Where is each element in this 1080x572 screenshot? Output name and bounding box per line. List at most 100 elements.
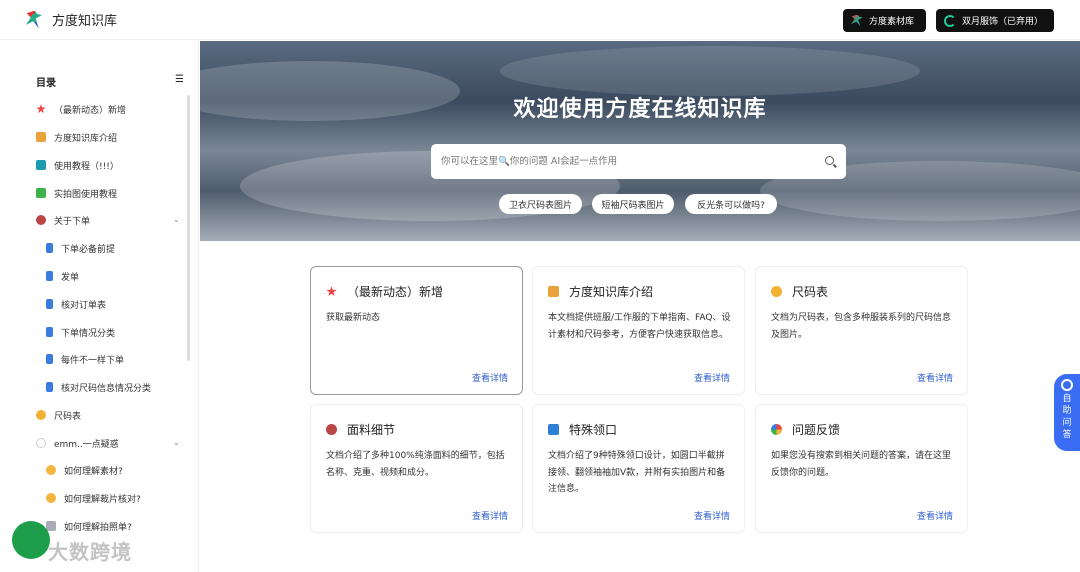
sidebar-item-label: 每件不一样下单 — [61, 355, 125, 366]
search-box[interactable] — [431, 144, 846, 179]
sidebar-item-label: 如何理解素材? — [64, 466, 123, 477]
sidebar-item[interactable]: 如何理解素材? — [46, 463, 123, 477]
sidebar-item-label: 方度知识库介绍 — [54, 133, 118, 144]
card-title: 特殊领口 — [569, 423, 618, 437]
sidebar-item-label: emm..一点疑惑 — [54, 439, 119, 450]
sidebar-item-label: 使用教程（!!!） — [54, 161, 119, 172]
sidebar-item[interactable]: 每件不一样下单 — [46, 352, 124, 366]
view-details-link[interactable]: 查看详情 — [472, 509, 508, 522]
sidebar-item[interactable]: 使用教程（!!!） — [36, 158, 119, 172]
sidebar-item-label: 下单情况分类 — [61, 328, 116, 339]
cube-icon — [36, 132, 46, 142]
sidebar: 目录 ☰ （最新动态）新增 方度知识库介绍 使用教程（!!!） 实拍图使用教程 … — [0, 41, 199, 572]
card-latest[interactable]: （最新动态）新增 获取最新动态 查看详情 — [310, 266, 523, 395]
view-details-link[interactable]: 查看详情 — [472, 371, 508, 384]
doc-icon — [46, 243, 53, 253]
cube-icon — [548, 286, 559, 297]
sidebar-item-label: 尺码表 — [54, 411, 82, 422]
sidebar-item[interactable]: 下单必备前提 — [46, 241, 115, 255]
card-desc: 本文档提供班服/工作服的下单指南、FAQ、设计素材和尺码参考，方便客户快速获取信… — [548, 313, 731, 340]
suggestion-chip[interactable]: 卫衣尺码表图片 — [499, 194, 582, 214]
doc-icon — [46, 271, 53, 281]
doc-icon — [46, 354, 53, 364]
search-icon[interactable] — [825, 156, 834, 165]
card-title: 尺码表 — [792, 285, 829, 299]
shuangyue-button[interactable]: 双月服饰（已弃用） — [936, 9, 1054, 32]
sidebar-item[interactable]: 核对订单表 — [46, 297, 106, 311]
sidebar-item[interactable]: 发单 — [46, 269, 79, 283]
refresh-icon — [944, 14, 956, 27]
card-desc: 如果您没有搜索到相关问题的答案，请在这里反馈你的问题。 — [771, 451, 952, 478]
hand-icon — [36, 410, 46, 420]
brand-logo[interactable] — [24, 9, 44, 31]
circle-icon — [36, 438, 46, 448]
material-library-button[interactable]: 方度素材库 — [843, 9, 926, 32]
sidebar-item-label: 核对尺码信息情况分类 — [61, 383, 152, 394]
brand-logo-icon — [851, 14, 863, 27]
sidebar-item[interactable]: （最新动态）新增 — [36, 102, 126, 116]
robot-icon — [1061, 379, 1073, 391]
sidebar-item[interactable]: 实拍图使用教程 — [36, 186, 117, 200]
card-size-chart[interactable]: 尺码表 文档为尺码表，包含多种服装系列的尺码信息及图片。 查看详情 — [755, 266, 968, 395]
star-icon — [36, 104, 46, 114]
sidebar-item-label: 如何理解裁片核对? — [64, 494, 141, 505]
sidebar-item-label: 如何理解拍照单? — [64, 522, 132, 533]
view-details-link[interactable]: 查看详情 — [694, 509, 730, 522]
material-library-label: 方度素材库 — [869, 17, 915, 27]
shirt-icon — [36, 188, 46, 198]
suggestion-chip[interactable]: 短袖尺码表图片 — [592, 194, 674, 214]
top-header: 方度知识库 方度素材库 双月服饰（已弃用） — [0, 0, 1080, 40]
card-intro[interactable]: 方度知识库介绍 本文档提供班服/工作服的下单指南、FAQ、设计素材和尺码参考，方… — [532, 266, 745, 395]
card-desc: 获取最新动态 — [326, 313, 381, 323]
card-title: 方度知识库介绍 — [569, 285, 654, 299]
sidebar-item[interactable]: 核对尺码信息情况分类 — [46, 380, 151, 394]
collapse-icon[interactable]: ☰ — [175, 74, 184, 85]
card-fabric[interactable]: 面料细节 文档介绍了多种100%纯涤面料的细节，包括名称、克重、视频和成分。 查… — [310, 404, 523, 533]
suggestion-chip[interactable]: 反光条可以做吗? — [685, 194, 777, 214]
cloud-shape — [500, 46, 920, 96]
card-desc: 文档为尺码表，包含多种服装系列的尺码信息及图片。 — [771, 313, 952, 340]
card-collar[interactable]: 特殊领口 文档介绍了9种特殊领口设计，如圆口半截拼接领、翻领袖袖加V款，并附有实… — [532, 404, 745, 533]
card-title: 面料细节 — [347, 423, 396, 437]
sidebar-item-label: 实拍图使用教程 — [54, 189, 118, 200]
toc-title: 目录 — [36, 78, 56, 89]
chevron-down-icon[interactable]: ⌄ — [173, 215, 180, 224]
sidebar-item[interactable]: emm..一点疑惑 — [36, 436, 119, 450]
doc-icon — [46, 299, 53, 309]
shuangyue-label: 双月服饰（已弃用） — [962, 17, 1044, 27]
card-feedback[interactable]: 问题反馈 如果您没有搜索到相关问题的答案，请在这里反馈你的问题。 查看详情 — [755, 404, 968, 533]
sidebar-item-label: （最新动态）新增 — [54, 105, 127, 116]
view-details-link[interactable]: 查看详情 — [694, 371, 730, 384]
sidebar-item[interactable]: 如何理解拍照单? — [46, 519, 132, 533]
globe-icon — [771, 424, 782, 435]
person-icon — [36, 215, 46, 225]
hero-title: 欢迎使用方度在线知识库 — [513, 97, 767, 122]
star-icon — [326, 286, 337, 297]
watermark-logo — [12, 521, 50, 559]
hero-banner: 欢迎使用方度在线知识库 卫衣尺码表图片 短袖尺码表图片 反光条可以做吗? — [200, 41, 1080, 241]
sidebar-item[interactable]: 关于下单 — [36, 213, 90, 227]
doc-icon — [46, 327, 53, 337]
self-help-button[interactable]: 自助问答 — [1054, 374, 1080, 451]
brand-name[interactable]: 方度知识库 — [52, 10, 117, 29]
sidebar-item[interactable]: 如何理解裁片核对? — [46, 491, 141, 505]
sidebar-item[interactable]: 方度知识库介绍 — [36, 130, 117, 144]
box-icon — [548, 424, 559, 435]
card-desc: 文档介绍了多种100%纯涤面料的细节，包括名称、克重、视频和成分。 — [326, 451, 505, 478]
person-icon — [326, 424, 337, 435]
view-details-link[interactable]: 查看详情 — [917, 371, 953, 384]
face-icon — [46, 493, 56, 503]
sidebar-scrollbar[interactable] — [187, 95, 190, 361]
hand-icon — [771, 286, 782, 297]
doc-icon — [46, 382, 53, 392]
sidebar-item[interactable]: 下单情况分类 — [46, 325, 115, 339]
sidebar-item[interactable]: 尺码表 — [36, 408, 81, 422]
image-icon — [46, 521, 56, 531]
face-icon — [46, 465, 56, 475]
self-help-label: 自助问答 — [1062, 394, 1072, 440]
sidebar-item-label: 下单必备前提 — [61, 244, 116, 255]
card-title: 问题反馈 — [792, 423, 841, 437]
search-input[interactable] — [441, 156, 811, 167]
chevron-down-icon[interactable]: ⌄ — [173, 438, 180, 447]
view-details-link[interactable]: 查看详情 — [917, 509, 953, 522]
